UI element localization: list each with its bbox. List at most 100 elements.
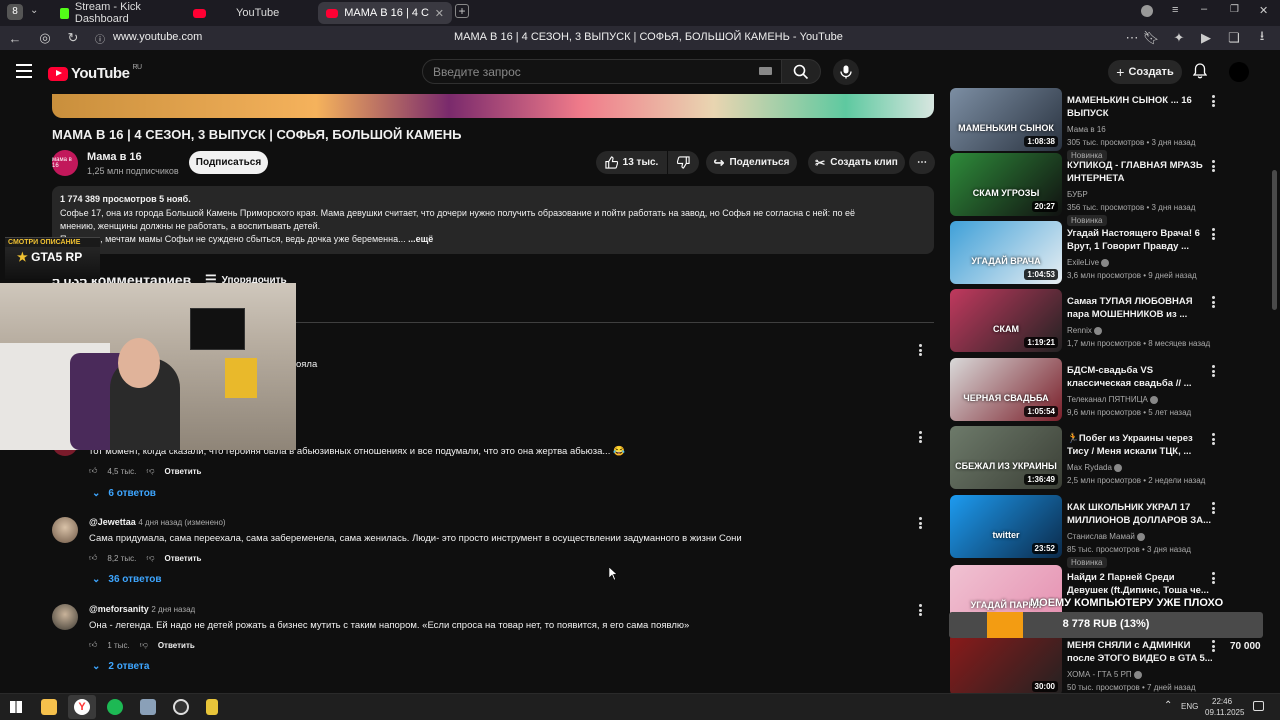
reply-button[interactable]: Ответить [158, 641, 195, 650]
recommendation-menu-icon[interactable] [1208, 571, 1218, 585]
create-button[interactable]: + Создать [1108, 60, 1182, 84]
comment-menu-icon[interactable] [915, 516, 925, 530]
recommendation-menu-icon[interactable] [1208, 639, 1218, 653]
like-icon[interactable]: 👍︎ [89, 553, 97, 563]
notifications-bell-icon[interactable] [1192, 63, 1208, 84]
recommendation-channel[interactable]: Телеканал ПЯТНИЦА [1067, 393, 1159, 406]
yandex-browser-icon[interactable]: Y [74, 699, 90, 715]
app-icon[interactable] [206, 699, 218, 715]
dislike-icon[interactable]: 👎︎ [146, 553, 154, 563]
replies-toggle[interactable]: ⌄ 36 ответов [92, 574, 162, 585]
file-explorer-icon[interactable] [41, 699, 57, 715]
replies-toggle[interactable]: ⌄ 2 ответа [92, 661, 149, 672]
download-icon[interactable]: ⭳ [1253, 28, 1271, 47]
search-input[interactable]: Введите запрос [422, 59, 785, 84]
spotify-icon[interactable] [107, 699, 123, 715]
video-thumbnail[interactable]: СБЕЖАЛ ИЗ УКРАИНЫ 1:36:49 [950, 426, 1062, 489]
dislike-icon[interactable]: 👎︎ [146, 466, 154, 476]
like-icon[interactable]: 👍︎ [89, 640, 97, 650]
like-button[interactable]: 13 тыс. [596, 151, 667, 174]
app-icon[interactable] [140, 699, 156, 715]
reply-button[interactable]: Ответить [164, 554, 201, 563]
keyboard-icon[interactable] [759, 67, 772, 75]
site-info-icon[interactable]: ⓘ [91, 29, 109, 47]
comment-avatar[interactable] [52, 517, 78, 543]
recommendation-title[interactable]: Угадай Настоящего Врача! 6 Врут, 1 Говори… [1067, 227, 1217, 253]
recommendation-title[interactable]: 🏃Побег из Украины через Тису / Меня искал… [1067, 432, 1217, 458]
comment-menu-icon[interactable] [915, 430, 925, 444]
more-actions-button[interactable]: ⋯ [909, 151, 935, 174]
video-thumbnail[interactable]: ЧЕРНАЯ СВАДЬБА 1:05:54 [950, 358, 1062, 421]
video-thumbnail[interactable]: УГАДАЙ ВРАЧА 1:04:53 [950, 221, 1062, 284]
recommendation-title[interactable]: КУПИКОД - ГЛАВНАЯ МРАЗЬ ИНТЕРНЕТА [1067, 159, 1217, 185]
dislike-icon[interactable]: 👎︎ [140, 640, 148, 650]
obs-icon[interactable] [173, 699, 189, 715]
subscribe-button[interactable]: Подписаться [189, 151, 268, 174]
shield-icon[interactable]: ◎ [36, 29, 54, 47]
comment-avatar[interactable] [52, 604, 78, 630]
close-tab-icon[interactable]: ✕ [435, 7, 444, 20]
user-avatar[interactable] [1229, 62, 1249, 82]
recommendation-channel[interactable]: Rennix [1067, 324, 1103, 337]
recommendation-title[interactable]: Найди 2 Парней Среди Девушек (ft.Дипинс, … [1067, 571, 1217, 597]
more-icon[interactable]: ⋯ [1123, 29, 1141, 47]
recommendation-channel[interactable]: Станислав Мамай [1067, 530, 1146, 543]
close-window-icon[interactable]: ✕ [1259, 4, 1268, 17]
recommendation-channel[interactable]: Мама в 16 [1067, 123, 1106, 136]
comment-author[interactable]: @meforsanity 2 дня назад [89, 604, 195, 614]
description-box[interactable]: 1 774 389 просмотров 5 нояб. Софье 17, о… [52, 186, 934, 254]
reload-icon[interactable]: ↻ [64, 29, 82, 47]
clip-button[interactable]: ✂ Создать клип [808, 151, 905, 174]
menu-icon[interactable]: ≡ [1172, 4, 1178, 16]
recommendation-menu-icon[interactable] [1208, 94, 1218, 108]
tab-list-chevron-icon[interactable]: ⌄ [30, 5, 38, 16]
video-thumbnail[interactable]: СКАМ УГРОЗЫ 20:27 [950, 153, 1062, 216]
tab-kick-dashboard[interactable]: Stream - Kick Dashboard [52, 1, 182, 25]
clock-time[interactable]: 22:46 [1212, 697, 1232, 706]
recommendation-title[interactable]: КАК ШКОЛЬНИК УКРАЛ 17 МИЛЛИОНОВ ДОЛЛАРОВ … [1067, 501, 1217, 527]
windows-start-icon[interactable] [10, 701, 22, 713]
recommendation-title[interactable]: МАМЕНЬКИН СЫНОК ... 16 ВЫПУСК [1067, 94, 1217, 120]
tab-youtube[interactable]: YouTube [185, 2, 315, 24]
notification-icon[interactable] [1253, 701, 1264, 711]
video-thumbnail[interactable]: 30:00 [950, 633, 1062, 696]
hamburger-menu-icon[interactable] [16, 64, 32, 78]
show-more-link[interactable]: ...ещё [408, 234, 433, 244]
account-icon[interactable] [1141, 5, 1153, 17]
page-scrollbar[interactable] [1272, 170, 1277, 310]
recommendation-menu-icon[interactable] [1208, 432, 1218, 446]
reply-button[interactable]: Ответить [164, 467, 201, 476]
comment-author[interactable]: @Jewettaa 4 дня назад (изменено) [89, 517, 226, 527]
recommendation-title[interactable]: БДСМ-свадьба VS классическая свадьба // .… [1067, 364, 1217, 390]
like-icon[interactable]: 👍︎ [89, 466, 97, 476]
video-thumbnail[interactable]: МАМЕНЬКИН СЫНОК 1:08:38 [950, 88, 1062, 151]
recommendation-menu-icon[interactable] [1208, 364, 1218, 378]
search-button[interactable] [781, 59, 821, 84]
voice-search-button[interactable] [833, 59, 859, 85]
recommendation-channel[interactable]: БУБР [1067, 188, 1088, 201]
recommendation-menu-icon[interactable] [1208, 295, 1218, 309]
recommendation-menu-icon[interactable] [1208, 501, 1218, 515]
share-button[interactable]: ↪ Поделиться [706, 151, 797, 174]
comment-menu-icon[interactable] [915, 343, 925, 357]
new-tab-button[interactable]: + [455, 4, 469, 18]
url-field[interactable]: www.youtube.com [113, 31, 202, 43]
recommendation-channel[interactable]: ExileLive [1067, 256, 1110, 269]
minimize-icon[interactable]: – [1201, 3, 1207, 15]
channel-name[interactable]: Мама в 16 [87, 151, 142, 163]
recommendation-channel[interactable]: ХОМА - ГТА 5 РП [1067, 668, 1142, 681]
bookmark-icon[interactable]: 🔖︎ [1142, 29, 1160, 47]
youtube-logo[interactable]: YouTube RU [48, 64, 142, 82]
clock-date[interactable]: 09.11.2025 [1205, 708, 1244, 717]
channel-avatar[interactable]: мама в 16 [52, 150, 78, 176]
collections-icon[interactable]: ❏ [1225, 29, 1243, 47]
maximize-icon[interactable]: ❐ [1230, 4, 1239, 15]
replies-toggle[interactable]: ⌄ 6 ответов [92, 488, 156, 499]
language-indicator[interactable]: ENG [1181, 702, 1198, 711]
back-icon[interactable]: ← [6, 29, 24, 47]
recommendation-channel[interactable]: Max Rydada [1067, 461, 1123, 474]
video-player-bottom[interactable] [52, 94, 934, 118]
recommendation-menu-icon[interactable] [1208, 159, 1218, 173]
video-thumbnail[interactable]: СКАМ 1:19:21 [950, 289, 1062, 352]
media-icon[interactable]: ▶ [1197, 29, 1215, 47]
